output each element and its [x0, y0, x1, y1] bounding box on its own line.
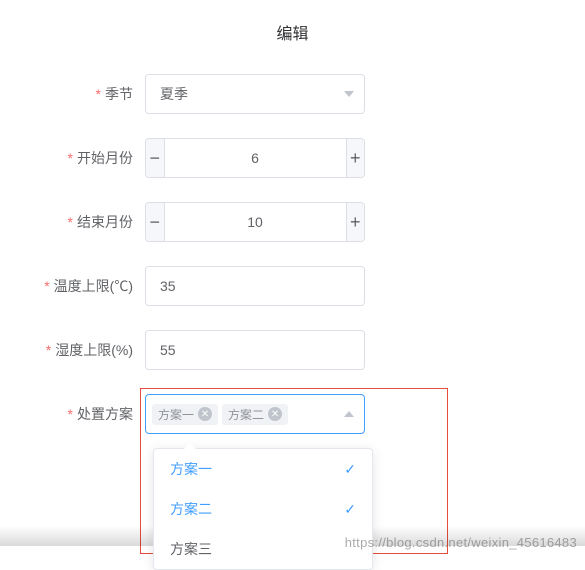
- increment-button[interactable]: +: [346, 139, 365, 177]
- plan-multiselect[interactable]: 方案一 ✕ 方案二 ✕: [145, 394, 365, 434]
- end-month-stepper: − +: [145, 202, 365, 242]
- label-humidity-max: 湿度上限(%): [20, 340, 145, 360]
- label-plan: 处置方案: [20, 404, 145, 424]
- field-start-month: 开始月份 − +: [20, 138, 545, 178]
- option-label: 方案三: [170, 539, 212, 559]
- edit-form: 季节 夏季 开始月份 − + 结束月份 − + 温度上限: [0, 74, 585, 434]
- increment-button[interactable]: +: [346, 203, 365, 241]
- field-temp-max: 温度上限(℃): [20, 266, 545, 306]
- end-month-input[interactable]: [165, 203, 346, 241]
- decrement-button[interactable]: −: [146, 203, 165, 241]
- selected-tag: 方案一 ✕: [152, 404, 218, 425]
- option-label: 方案二: [170, 499, 212, 519]
- field-end-month: 结束月份 − +: [20, 202, 545, 242]
- dropdown-option[interactable]: 方案三: [154, 529, 372, 569]
- check-icon: ✓: [344, 501, 356, 518]
- selected-tag: 方案二 ✕: [222, 404, 288, 425]
- temp-max-input[interactable]: [145, 266, 365, 306]
- field-season: 季节 夏季: [20, 74, 545, 114]
- dropdown-option[interactable]: 方案一 ✓: [154, 449, 372, 489]
- check-icon: ✓: [344, 461, 356, 478]
- dialog-title: 编辑: [0, 0, 585, 74]
- start-month-stepper: − +: [145, 138, 365, 178]
- humidity-max-input[interactable]: [145, 330, 365, 370]
- close-icon[interactable]: ✕: [268, 407, 282, 421]
- decrement-button[interactable]: −: [146, 139, 165, 177]
- field-plan: 处置方案 方案一 ✕ 方案二 ✕: [20, 394, 545, 434]
- chevron-down-icon: [344, 91, 354, 97]
- field-humidity-max: 湿度上限(%): [20, 330, 545, 370]
- tag-label: 方案一: [158, 406, 194, 423]
- label-temp-max: 温度上限(℃): [20, 276, 145, 296]
- start-month-input[interactable]: [165, 139, 346, 177]
- dropdown-option[interactable]: 方案二 ✓: [154, 489, 372, 529]
- label-end-month: 结束月份: [20, 212, 145, 232]
- tag-label: 方案二: [228, 406, 264, 423]
- close-icon[interactable]: ✕: [198, 407, 212, 421]
- chevron-up-icon: [344, 411, 354, 417]
- label-season: 季节: [20, 84, 145, 104]
- season-value: 夏季: [160, 84, 188, 104]
- season-select[interactable]: 夏季: [145, 74, 365, 114]
- label-start-month: 开始月份: [20, 148, 145, 168]
- plan-dropdown: 方案一 ✓ 方案二 ✓ 方案三: [153, 448, 373, 570]
- watermark-text: https://blog.csdn.net/weixin_45616483: [345, 535, 577, 550]
- option-label: 方案一: [170, 459, 212, 479]
